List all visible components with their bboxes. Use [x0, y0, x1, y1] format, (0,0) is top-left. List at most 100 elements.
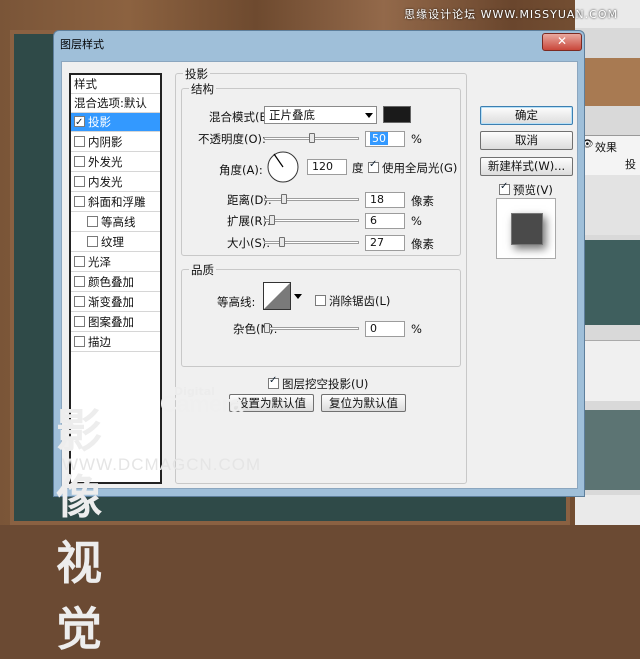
style-item-label: 内阴影: [88, 135, 123, 149]
knockout-label: 图层挖空投影(U): [282, 377, 369, 391]
anti-alias-checkbox[interactable]: [315, 295, 326, 306]
quality-group: [181, 269, 461, 367]
spread-slider-thumb[interactable]: [269, 215, 275, 225]
spread-input[interactable]: 6: [365, 213, 405, 229]
quality-title: 品质: [189, 262, 216, 278]
watermark-url: WWW.DCMAGCN.COM: [62, 455, 262, 474]
preview-checkbox[interactable]: [499, 181, 510, 195]
watermark-camera: Camera: [160, 391, 243, 418]
blend-mode-select[interactable]: 正片叠底: [264, 106, 377, 124]
style-item-satin[interactable]: 光泽: [71, 253, 160, 272]
noise-slider[interactable]: [264, 323, 359, 333]
angle-dial[interactable]: [266, 150, 300, 184]
contour-checkbox[interactable]: [87, 216, 98, 227]
dialog-titlebar[interactable]: 图层样式 ✕: [54, 31, 584, 53]
size-unit: 像素: [411, 237, 434, 251]
style-item-inner-shadow[interactable]: 内阴影: [71, 133, 160, 152]
global-light-option[interactable]: 使用全局光(G): [368, 159, 458, 176]
size-input[interactable]: 27: [365, 235, 405, 251]
color-overlay-checkbox[interactable]: [74, 276, 85, 287]
distance-unit: 像素: [411, 194, 434, 208]
opacity-label: 不透明度(O):: [198, 132, 266, 146]
opacity-input[interactable]: 50: [365, 131, 405, 147]
distance-slider-thumb[interactable]: [281, 194, 287, 204]
distance-slider[interactable]: [264, 194, 359, 204]
ok-button[interactable]: 确定: [480, 106, 573, 125]
bevel-emboss-checkbox[interactable]: [74, 196, 85, 207]
noise-unit: %: [411, 322, 422, 336]
cancel-button[interactable]: 取消: [480, 131, 573, 150]
global-light-label: 使用全局光(G): [382, 161, 458, 175]
preview-option[interactable]: 预览(V): [499, 181, 553, 198]
style-item-label: 描边: [88, 335, 111, 349]
reset-default-button[interactable]: 复位为默认值: [321, 394, 406, 412]
style-item-label: 内发光: [88, 175, 123, 189]
style-item-label: 斜面和浮雕: [88, 195, 146, 209]
style-item-label: 光泽: [88, 255, 111, 269]
distance-input[interactable]: 18: [365, 192, 405, 208]
size-slider[interactable]: [264, 237, 359, 247]
satin-checkbox[interactable]: [74, 256, 85, 267]
style-item-contour[interactable]: 等高线: [71, 213, 160, 232]
shadow-layer-label: 投: [625, 158, 636, 171]
global-light-checkbox[interactable]: [368, 159, 379, 173]
style-item-label: 颜色叠加: [88, 275, 134, 289]
close-button[interactable]: ✕: [542, 33, 582, 51]
site-watermark: 思缘设计论坛 WWW.MISSYUAN.COM: [404, 8, 618, 21]
style-item-outer-glow[interactable]: 外发光: [71, 153, 160, 172]
dialog-title: 图层样式: [60, 38, 104, 51]
drop-shadow-checkbox[interactable]: [74, 113, 85, 132]
style-item-label: 渐变叠加: [88, 295, 134, 309]
style-item-pattern-overlay[interactable]: 图案叠加: [71, 313, 160, 332]
style-list-header: 样式: [71, 75, 160, 94]
pattern-overlay-checkbox[interactable]: [74, 316, 85, 327]
style-item-inner-glow[interactable]: 内发光: [71, 173, 160, 192]
opacity-value: 50: [370, 132, 388, 145]
contour-label: 等高线:: [217, 295, 256, 309]
style-item-color-overlay[interactable]: 颜色叠加: [71, 273, 160, 292]
style-item-gradient-overlay[interactable]: 渐变叠加: [71, 293, 160, 312]
angle-input[interactable]: 120: [307, 159, 347, 175]
blend-options-item[interactable]: 混合选项:默认: [71, 94, 160, 113]
dialog-body: 样式 混合选项:默认 投影 内阴影 外发光 内发光 斜面和浮雕 等高线 纹理 光…: [61, 61, 578, 489]
style-item-bevel-emboss[interactable]: 斜面和浮雕: [71, 193, 160, 212]
knockout-checkbox[interactable]: [268, 375, 279, 389]
gradient-overlay-checkbox[interactable]: [74, 296, 85, 307]
knockout-option[interactable]: 图层挖空投影(U): [268, 375, 369, 392]
preview-label: 预览(V): [513, 183, 553, 197]
anti-alias-option[interactable]: 消除锯齿(L): [315, 293, 390, 309]
shadow-color-swatch[interactable]: [383, 106, 411, 123]
style-item-label: 投影: [88, 115, 111, 129]
preview-swatch: [511, 213, 543, 245]
opacity-slider[interactable]: [264, 133, 359, 143]
anti-alias-label: 消除锯齿(L): [329, 294, 391, 308]
spread-slider[interactable]: [264, 215, 359, 225]
stroke-checkbox[interactable]: [74, 336, 85, 347]
style-item-stroke[interactable]: 描边: [71, 333, 160, 352]
outer-glow-checkbox[interactable]: [74, 156, 85, 167]
texture-checkbox[interactable]: [87, 236, 98, 247]
noise-input[interactable]: 0: [365, 321, 405, 337]
size-slider-thumb[interactable]: [279, 237, 285, 247]
style-item-label: 等高线: [101, 215, 136, 229]
blend-mode-value: 正片叠底: [269, 108, 315, 122]
style-item-drop-shadow[interactable]: 投影: [71, 113, 160, 132]
style-item-label: 外发光: [88, 155, 123, 169]
noise-slider-thumb[interactable]: [264, 323, 270, 333]
angle-unit: 度: [352, 161, 364, 175]
style-item-label: 图案叠加: [88, 315, 134, 329]
style-item-texture[interactable]: 纹理: [71, 233, 160, 252]
inner-glow-checkbox[interactable]: [74, 176, 85, 187]
layer-style-dialog: 图层样式 ✕ 样式 混合选项:默认 投影 内阴影 外发光 内发光 斜面和浮雕 等…: [53, 30, 585, 497]
chevron-down-icon: [365, 113, 373, 118]
opacity-slider-thumb[interactable]: [309, 133, 315, 143]
new-style-button[interactable]: 新建样式(W)...: [480, 157, 573, 176]
preview-thumbnail: [496, 198, 556, 259]
section-title: 投影: [183, 66, 210, 82]
inner-shadow-checkbox[interactable]: [74, 136, 85, 147]
structure-title: 结构: [189, 81, 216, 97]
watermark-chinese: 影像视觉: [56, 404, 102, 656]
contour-picker[interactable]: [263, 282, 303, 312]
spread-unit: %: [411, 214, 422, 228]
angle-label: 角度(A):: [219, 163, 263, 177]
